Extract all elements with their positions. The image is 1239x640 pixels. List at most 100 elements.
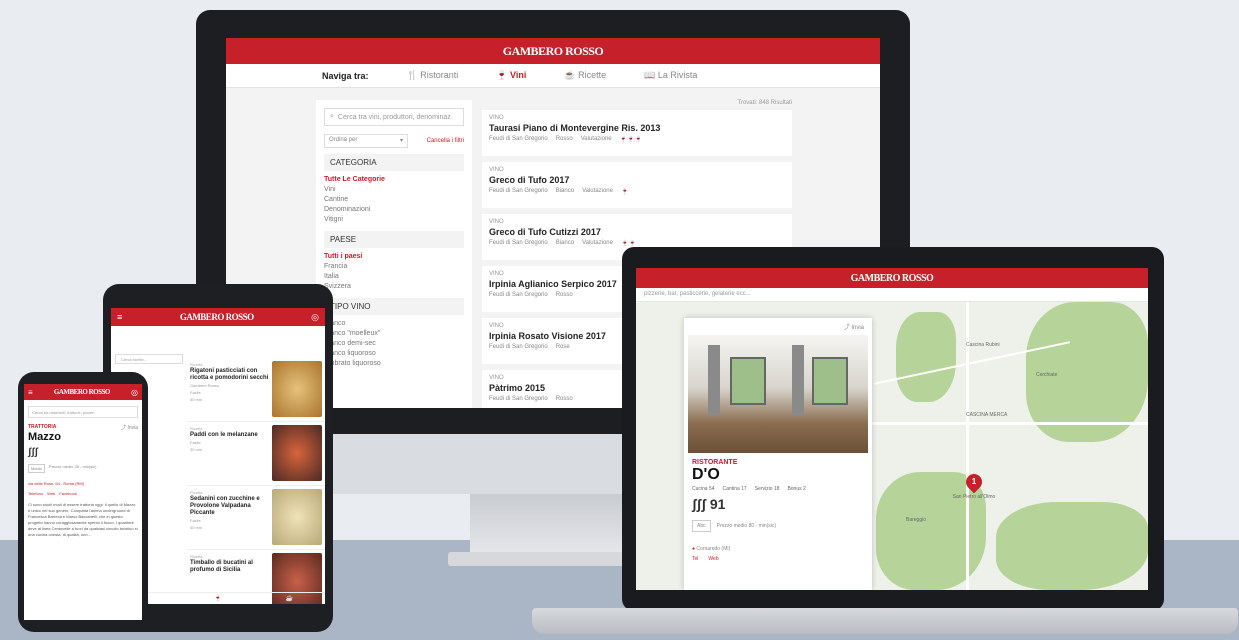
tablet-header: ≡ GAMBERO ROSSO ◎ [111,308,325,326]
wine-type-title: TIPO VINO [324,298,464,315]
pin-number: 1 [971,477,977,486]
wine-card[interactable]: VINO Greco di Tufo 2017 Feudi di San Gre… [482,162,792,208]
restaurant-category: TRATTORIA [28,424,57,430]
recipe-level: Facile [190,518,201,523]
filter-country[interactable]: Svizzera [324,282,464,292]
photo-column [792,345,804,415]
filter-category[interactable]: Vitigni [324,215,464,225]
filter-type[interactable]: Bianco "moelleux" [324,329,464,339]
recipe-item[interactable]: Ricetta Paddi con le melanzane Facile 30… [187,422,325,486]
recipe-title[interactable]: Paddi con le melanzane [190,432,272,439]
map-label: CASCINA MERCA [966,412,1008,418]
price-row: Medio Prezzo medio 35 - min(sic) [24,462,142,475]
recipe-title[interactable]: Rigatoni pasticciati con ricotta e pomod… [190,368,272,382]
recipe-item[interactable]: Ricetta Sedanini con zucchine e Provolon… [187,486,325,550]
wine-card[interactable]: VINO Taurasi Piano di Montevergine Ris. … [482,110,792,156]
contacts-row: Telefono Web Facebook [24,489,142,498]
share-icon: ⤴ [843,325,850,331]
sort-select[interactable]: Ordina per ▾ [324,134,408,148]
filter-category[interactable]: Vini [324,185,464,195]
share-button[interactable]: ⤴ Invia [121,424,138,431]
monitor-stand [470,494,630,554]
nav-item-ricette[interactable]: ☕ Ricette [564,70,606,81]
card-category: VINO [489,167,504,173]
phone-category-row: TRATTORIA ⤴ Invia [24,424,142,431]
card-rating-label: Valutazione [582,240,613,246]
filter-country[interactable]: Francia [324,262,464,272]
nav-item-vini[interactable]: 🍷 Vini [496,70,526,81]
phone-link[interactable]: Telefono [28,491,43,496]
user-icon[interactable]: ◎ [131,388,138,397]
nav-label: Naviga tra: [322,70,369,81]
filter-all-countries[interactable]: Tutti i paesi [324,252,464,262]
chevron-down-icon: ▾ [399,138,403,144]
menu-icon[interactable]: ≡ [117,312,122,322]
nav-item-label: Ristoranti [420,70,459,80]
share-button[interactable]: ⤴ Invia [684,318,872,335]
recipe-search-input[interactable]: Cerca ricette... [115,354,183,364]
filter-type[interactable]: Bianco [324,319,464,329]
brand-logo[interactable]: GAMBERO ROSSO [180,312,254,322]
restaurant-photo [688,335,868,453]
card-title[interactable]: Greco di Tufo 2017 [489,175,785,185]
wine-search-input[interactable]: ⌕ Cerca tra vini, produttori, denominaz [324,108,464,126]
card-producer: Feudi di San Gregorio [489,136,548,142]
card-title[interactable]: Greco di Tufo Cutizzi 2017 [489,227,785,237]
phone-search-input[interactable]: Cerca tra ristoranti, trattorie, pizzeri [28,406,138,418]
web-link[interactable]: Web [47,491,55,496]
recipe-item[interactable]: Ricetta Rigatoni pasticciati con ricotta… [187,358,325,422]
forks-rating: ʃʃʃ [28,447,38,458]
card-color: Rose [555,344,570,350]
recipe-category: Ricetta [190,426,203,431]
restaurant-name: Mazzo [28,431,61,443]
price-tag: Abc [692,520,711,532]
price-tag: Medio [28,464,45,473]
recipe-thumbnail[interactable] [272,361,322,417]
menu-icon[interactable]: ≡ [28,388,33,397]
filter-type[interactable]: Bianco liquoroso [324,349,464,359]
wine-glass-icon[interactable]: 🍷 [214,595,221,602]
phone-screen: ≡ GAMBERO ROSSO ◎ Cerca tra ristoranti, … [24,384,142,620]
restaurant-search-input[interactable]: pizzerie, bar, pasticcerie, gelaterie ec… [636,288,1148,302]
nav-item-ristoranti[interactable]: 🍴 Ristoranti [407,70,459,81]
rating-glasses-icon: 🍷 [620,189,629,195]
filter-category[interactable]: Cantine [324,195,464,205]
rating-glasses-icon: 🍷🍷🍷 [619,137,643,143]
filter-type[interactable]: Ambrato liquoroso [324,359,464,369]
rating-glasses-icon: 🍷🍷 [620,241,636,247]
recipe-icon[interactable]: ☕ [286,595,293,602]
brand-logo[interactable]: GAMBERO ROSSO [54,388,110,396]
nav-item-label: La Rivista [657,70,698,80]
recipe-time: 30 min [190,397,203,402]
restaurant-address: ● Cornaredo (MI) [684,538,872,554]
filter-category[interactable]: Denominazioni [324,205,464,215]
map-pin-icon[interactable]: 1 [962,470,986,494]
card-title[interactable]: Taurasi Piano di Montevergine Ris. 2013 [489,123,785,133]
web-link[interactable]: Web [708,556,718,562]
phone-link[interactable]: Tel [692,556,698,562]
recipe-title[interactable]: Sedanini con zucchine e Provolone Valpad… [190,496,272,517]
price-text: Prezzo medio 35 - min(sic) [48,464,97,469]
brand-logo[interactable]: GAMBERO ROSSO [503,44,604,59]
card-color: Bianco [555,188,575,194]
laptop-header: GAMBERO ROSSO [636,268,1148,288]
map-view[interactable]: CASCINA MERCA Cascina Rubini Cerchiate B… [636,302,1148,590]
nav-item-rivista[interactable]: 📖 La Rivista [644,70,697,81]
card-producer: Feudi di San Gregorio [489,344,548,350]
recipe-title[interactable]: Timballo di bucatini al profumo di Sicil… [190,560,272,574]
facebook-link[interactable]: Facebook [59,491,77,496]
recipe-thumbnail[interactable] [272,425,322,481]
card-color: Rosso [555,136,573,142]
tablet-sidebar: Cerca ricette... [115,354,183,364]
score-servizio: Servizio 18 [754,486,780,492]
filter-all-categories[interactable]: Tutte Le Categorie [324,175,464,185]
map-road [872,422,1148,425]
filter-type[interactable]: Bianco demi-sec [324,339,464,349]
filter-country[interactable]: Italia [324,272,464,282]
brand-logo[interactable]: GAMBERO ROSSO [851,273,934,284]
user-icon[interactable]: ◎ [311,312,319,323]
cancel-filters-link[interactable]: Cancella i filtri [427,138,464,144]
recipe-thumbnail[interactable] [272,489,322,545]
card-color: Bianco [555,240,575,246]
wine-glass-icon: 🍷 [496,70,508,80]
